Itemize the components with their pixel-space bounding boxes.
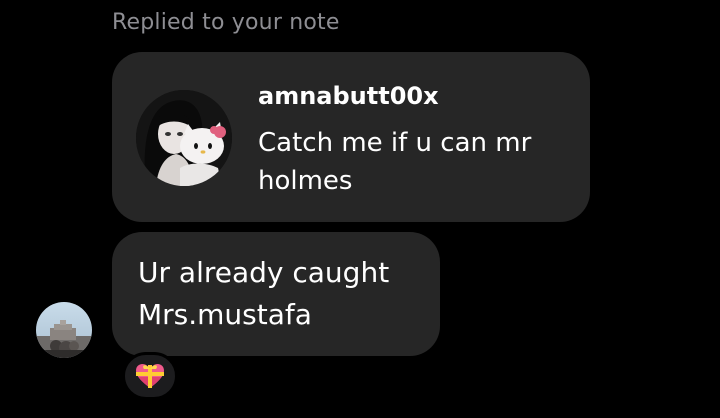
note-author-username[interactable]: amnabutt00x [258, 82, 439, 110]
message-text: Ur already caught Mrs.mustafa [138, 256, 390, 331]
sender-avatar[interactable] [36, 302, 92, 358]
note-text: Catch me if u can mr holmes [258, 128, 532, 196]
message-reaction[interactable] [122, 352, 178, 400]
replied-to-note-caption: Replied to your note [112, 10, 340, 35]
sender-avatar-image [36, 302, 92, 358]
note-author-avatar[interactable] [136, 90, 232, 186]
heart-gift-icon [136, 364, 164, 388]
note-author-avatar-image [136, 90, 232, 186]
message-bubble[interactable]: Ur already caught Mrs.mustafa [112, 232, 440, 356]
replied-note-card[interactable]: amnabutt00x Catch me if u can mr holmes [112, 52, 590, 222]
